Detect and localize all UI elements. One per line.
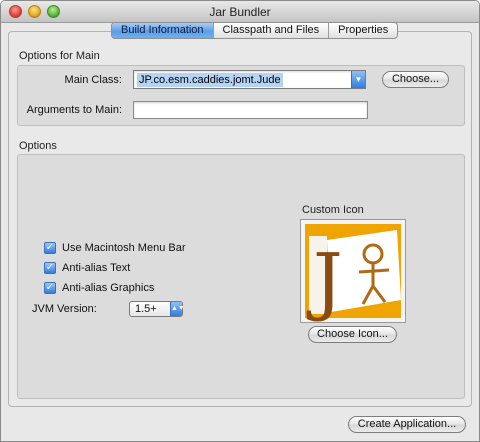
tab-properties[interactable]: Properties bbox=[329, 23, 397, 38]
main-options-group-title: Options for Main bbox=[19, 50, 100, 62]
main-class-value: JP.co.esm.caddies.jomt.Jude bbox=[137, 73, 283, 87]
options-group: ✓ Use Macintosh Menu Bar ✓ Anti-alias Te… bbox=[17, 154, 465, 399]
chevron-down-icon[interactable]: ▼ bbox=[351, 71, 365, 88]
create-application-button[interactable]: Create Application... bbox=[348, 416, 466, 433]
jvm-version-label: JVM Version: bbox=[32, 303, 97, 315]
chevron-down-icon[interactable]: ▲▼ bbox=[170, 302, 185, 316]
tab-bar: Build Information Classpath and Files Pr… bbox=[111, 22, 399, 39]
jvm-version-popup[interactable]: 1.5+ ▲▼ bbox=[129, 301, 185, 317]
main-class-combobox[interactable]: JP.co.esm.caddies.jomt.Jude ▼ bbox=[133, 70, 366, 89]
choose-icon-button[interactable]: Choose Icon... bbox=[308, 326, 397, 343]
main-options-group: Main Class: JP.co.esm.caddies.jomt.Jude … bbox=[17, 65, 465, 126]
use-mac-menu-bar-label: Use Macintosh Menu Bar bbox=[62, 242, 186, 254]
custom-icon-well[interactable]: J bbox=[300, 219, 406, 324]
jude-app-icon: J bbox=[305, 224, 401, 324]
main-class-label: Main Class: bbox=[64, 74, 122, 86]
anti-alias-text-label: Anti-alias Text bbox=[62, 262, 131, 274]
tab-build-information[interactable]: Build Information bbox=[112, 23, 214, 38]
arguments-label: Arguments to Main: bbox=[26, 104, 122, 116]
custom-icon-label: Custom Icon bbox=[302, 204, 364, 216]
anti-alias-graphics-label: Anti-alias Graphics bbox=[62, 282, 155, 294]
options-group-title: Options bbox=[19, 140, 57, 152]
window-title: Jar Bundler bbox=[209, 5, 271, 19]
use-mac-menu-bar-checkbox[interactable]: ✓ Use Macintosh Menu Bar bbox=[44, 241, 186, 255]
check-icon[interactable]: ✓ bbox=[44, 242, 56, 254]
anti-alias-graphics-checkbox[interactable]: ✓ Anti-alias Graphics bbox=[44, 281, 154, 295]
tab-classpath-and-files[interactable]: Classpath and Files bbox=[214, 23, 330, 38]
jar-bundler-window: Jar Bundler Build Information Classpath … bbox=[0, 0, 480, 442]
jvm-version-value: 1.5+ bbox=[135, 303, 157, 315]
title-bar[interactable]: Jar Bundler bbox=[1, 1, 479, 23]
choose-main-class-button[interactable]: Choose... bbox=[382, 71, 449, 88]
anti-alias-text-checkbox[interactable]: ✓ Anti-alias Text bbox=[44, 261, 130, 275]
check-icon[interactable]: ✓ bbox=[44, 262, 56, 274]
check-icon[interactable]: ✓ bbox=[44, 282, 56, 294]
arguments-input[interactable] bbox=[133, 101, 368, 119]
build-information-pane: Options for Main Main Class: JP.co.esm.c… bbox=[8, 31, 472, 407]
